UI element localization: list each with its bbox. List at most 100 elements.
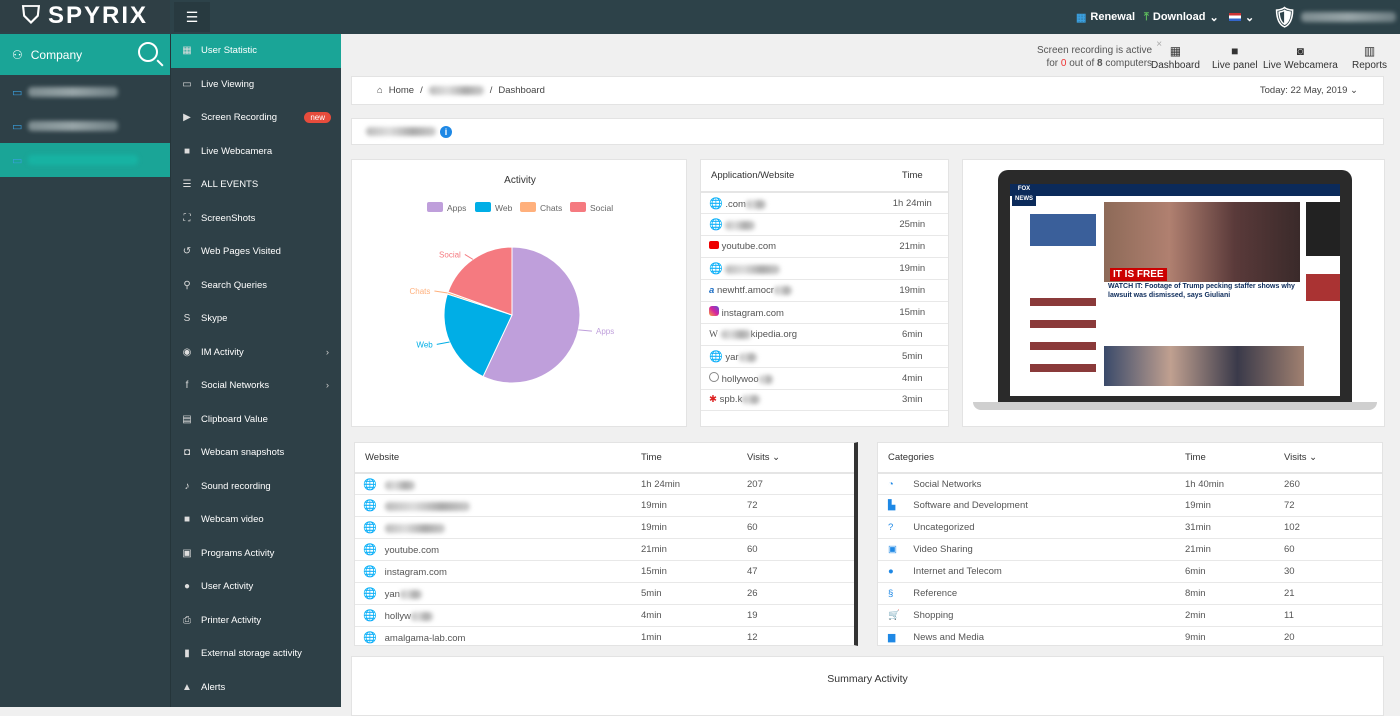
website-row[interactable]: 🌐 amalgama-lab.com 1min 12 [355, 626, 854, 645]
recording-status: Screen recording is active for 0 out of … [1037, 39, 1163, 69]
menu-item[interactable]: ▲ Alerts [171, 671, 341, 705]
renewal-link[interactable]: ▦ Renewal [1076, 0, 1135, 34]
sort-visits[interactable]: Visits ⌄ [1284, 443, 1382, 474]
sort-visits[interactable]: Visits ⌄ [747, 443, 854, 474]
info-icon[interactable]: i [440, 125, 452, 138]
language-menu[interactable]: ⌄ [1229, 0, 1254, 34]
category-row[interactable]: § Reference 8min 21 [878, 582, 1382, 605]
breadcrumb-home[interactable]: Home [389, 85, 414, 96]
download-menu[interactable]: ⤒ Download ⌄ [1144, 0, 1219, 34]
menu-item[interactable]: ▮ External storage activity [171, 637, 341, 671]
category-row[interactable]: ▣ Video Sharing 21min 60 [878, 538, 1382, 562]
menu-icon: ▮ [184, 648, 190, 660]
website-row[interactable]: 🌐 instagram.com 15min 47 [355, 560, 854, 583]
menu-icon: ♪ [184, 480, 190, 492]
legend-swatch[interactable] [520, 202, 536, 212]
slice-label: Web [416, 340, 433, 349]
summary-activity-card: Summary Activity [351, 656, 1384, 716]
menu-item[interactable]: ▣ Programs Activity [171, 537, 341, 571]
category-row[interactable]: ◔ Social Networks 1h 40min 260 [878, 473, 1382, 496]
menu-toggle-button[interactable]: ☰ [174, 2, 210, 32]
website-row[interactable]: 🌐 youtube.com 21min 60 [355, 538, 854, 562]
menu-item[interactable]: ▶ Screen Recording new [171, 101, 341, 135]
hamburger-icon: ☰ [185, 8, 199, 25]
computer-item-selected[interactable]: ▭ [0, 143, 170, 177]
menu-item[interactable]: ▭ Live Viewing [171, 68, 341, 102]
category-row[interactable]: ? Uncategorized 31min 102 [878, 516, 1382, 540]
quick-icon: ◙ [1296, 44, 1305, 58]
menu-item[interactable]: ▤ Clipboard Value [171, 403, 341, 437]
legend-swatch[interactable] [427, 202, 443, 212]
app-row[interactable]: W kipedia.org 6min [701, 323, 948, 346]
category-row[interactable]: ▆ News and Media 9min 20 [878, 626, 1382, 645]
menu-item[interactable]: ◘ Webcam snapshots [171, 436, 341, 470]
main-content: Screen recording is active for 0 out of … [341, 34, 1400, 716]
menu-item[interactable]: ■ Webcam video [171, 503, 341, 537]
shield-logo-icon: ⛉ [21, 2, 42, 29]
website-row[interactable]: 🌐 19min 60 [355, 516, 854, 540]
company-header[interactable]: ⚇ Company [0, 34, 170, 75]
W-icon: W [709, 329, 718, 340]
app-row[interactable]: 🌐 19min [701, 257, 948, 281]
menu-item[interactable]: ◉ IM Activity › [171, 336, 341, 370]
menu-icon: ⎙ [183, 614, 191, 626]
monitor-icon: ▭ [12, 120, 23, 133]
quick-live-webcamera[interactable]: ◙ Live Webcamera [1263, 44, 1338, 71]
hollow-icon [709, 371, 719, 385]
app-row[interactable]: 🌐 yar 5min [701, 345, 948, 368]
menu-item[interactable]: ▦ User Statistic [171, 34, 341, 68]
menu-item[interactable]: ■ Live Webcamera [171, 135, 341, 169]
app-row[interactable]: ✱ spb.k 3min [701, 389, 948, 412]
search-icon[interactable] [138, 42, 158, 62]
new-badge: new [304, 112, 331, 124]
category-icon: ▆ [888, 631, 896, 643]
menu-icon: S [183, 313, 191, 325]
legend-swatch[interactable] [475, 202, 491, 212]
menu-item[interactable]: ☰ ALL EVENTS [171, 168, 341, 202]
categories-table-card: Categories Time Visits ⌄ ◔ Social Networks 1… [877, 442, 1383, 646]
menu-icon: ▶ [183, 112, 191, 124]
menu-item[interactable]: ♪ Sound recording [171, 470, 341, 504]
computer-item[interactable]: ▭ [0, 75, 170, 109]
globe-icon: 🌐 [363, 478, 377, 491]
menu-item[interactable]: ⚲ Search Queries [171, 269, 341, 303]
category-row[interactable]: ● Internet and Telecom 6min 30 [878, 560, 1382, 583]
websites-table-card: Website Time Visits ⌄ 🌐 1h 24min 207 🌐 19min 7… [354, 442, 858, 646]
app-row[interactable]: 🌐 25min [701, 213, 948, 237]
laptop-base [973, 402, 1377, 410]
category-row[interactable]: ▙ Software and Development 19min 72 [878, 494, 1382, 518]
instagram-icon [709, 305, 719, 319]
menu-item[interactable]: ⎙ Printer Activity [171, 604, 341, 638]
renewal-icon: ▦ [1076, 11, 1087, 24]
menu-item[interactable]: f Social Networks › [171, 369, 341, 403]
app-row[interactable]: hollywoo 4min [701, 367, 948, 390]
menu-icon: ↺ [182, 246, 192, 258]
legend-swatch[interactable] [570, 202, 586, 212]
globe-icon: 🌐 [363, 631, 377, 644]
menu-item[interactable]: ● User Activity [171, 570, 341, 604]
category-row[interactable]: 🛒 Shopping 2min 11 [878, 604, 1382, 627]
laptop-screen[interactable]: FOX NEWS IT IS FREE WATCH IT: Footage of… [998, 170, 1352, 402]
website-row[interactable]: 🌐 hollyw 4min 19 [355, 604, 854, 627]
menu-item[interactable]: ↺ Web Pages Visited [171, 235, 341, 269]
app-row[interactable]: 🌐 .com 1h 24min [701, 192, 948, 215]
spyrix-logo[interactable]: ⛉ SPYRIX [0, 0, 170, 32]
globe-icon: 🌐 [363, 609, 377, 622]
menu-item[interactable]: ⛶ ScreenShots [171, 202, 341, 236]
app-row[interactable]: youtube.com 21min [701, 235, 948, 259]
computer-item[interactable]: ▭ [0, 109, 170, 143]
red-icon: ✱ [709, 394, 717, 406]
app-row[interactable]: instagram.com 15min [701, 301, 948, 324]
account-menu[interactable]: 🛡⌄ [1272, 0, 1400, 34]
quick-reports[interactable]: ▥ Reports [1352, 44, 1387, 71]
app-row[interactable]: a newhtf.amocr 19min [701, 279, 948, 302]
date-picker[interactable]: Today: 22 May, 2019 ⌄ [1260, 85, 1358, 96]
quick-dashboard[interactable]: ▦ Dashboard [1151, 44, 1200, 71]
label-leader [436, 341, 450, 345]
menu-item[interactable]: S Skype [171, 302, 341, 336]
quick-live-panel[interactable]: ■ Live panel [1212, 44, 1258, 71]
label-leader [434, 290, 448, 294]
website-row[interactable]: 🌐 1h 24min 207 [355, 473, 854, 496]
website-row[interactable]: 🌐 19min 72 [355, 494, 854, 518]
website-row[interactable]: 🌐 yan 5min 26 [355, 582, 854, 605]
